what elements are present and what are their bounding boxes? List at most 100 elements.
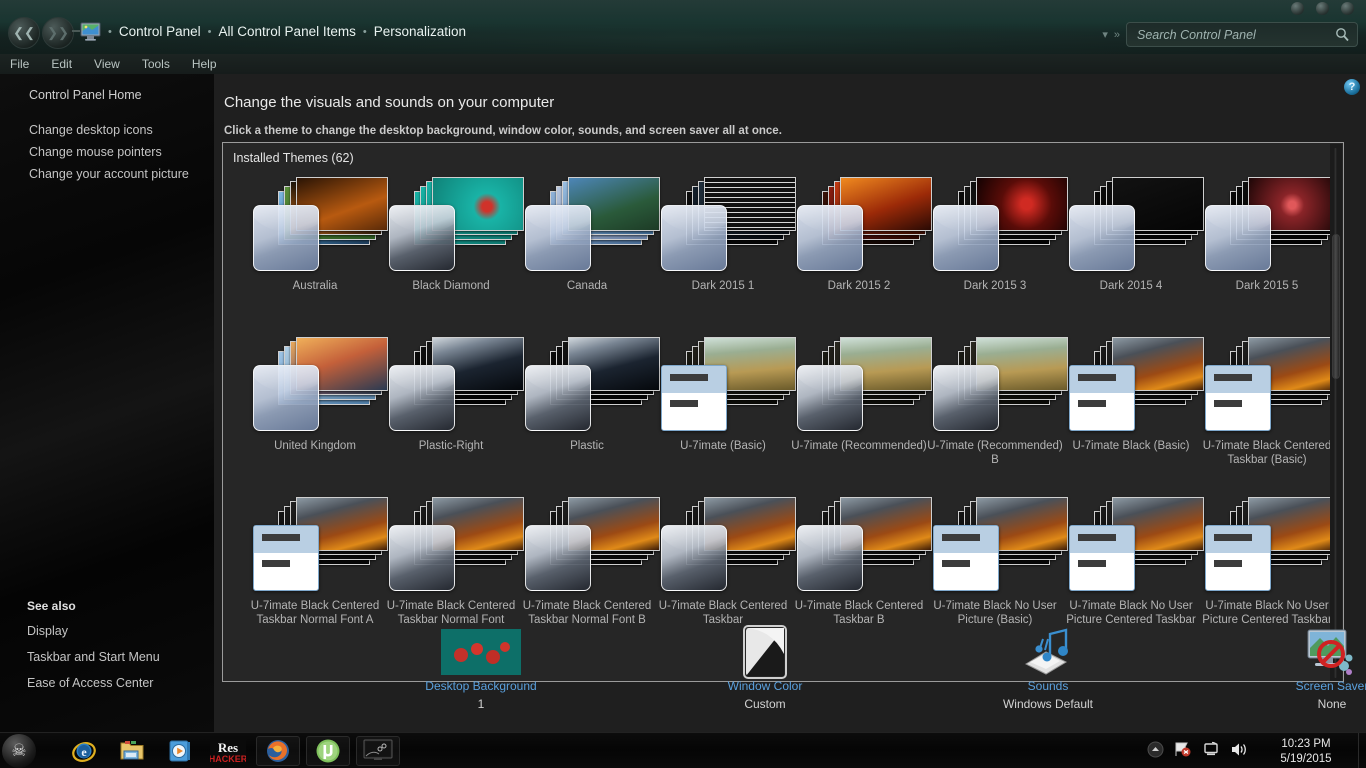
theme-thumbnail[interactable] <box>925 177 1065 275</box>
theme-tile[interactable]: U-7imate Black No User Picture Centered … <box>1197 497 1337 627</box>
sidebar-item-change-desktop-icons[interactable]: Change desktop icons <box>29 123 209 137</box>
theme-thumbnail[interactable] <box>517 497 657 595</box>
minimize-button[interactable] <box>1291 2 1304 15</box>
theme-thumbnail[interactable] <box>381 497 521 595</box>
taskbar-item-windows-explorer[interactable] <box>110 736 154 766</box>
theme-thumbnail[interactable] <box>789 337 929 435</box>
theme-thumbnail[interactable] <box>245 497 385 595</box>
theme-thumbnail[interactable] <box>245 177 385 275</box>
window-controls[interactable] <box>1291 2 1354 15</box>
theme-setting-sounds[interactable]: SoundsWindows Default <box>953 627 1143 711</box>
sidebar-item-display[interactable]: Display <box>27 624 212 638</box>
taskbar-item-resource-hacker[interactable]: Res HACKER <box>206 736 250 766</box>
theme-thumbnail[interactable] <box>653 497 793 595</box>
breadcrumb-item-personalization[interactable]: Personalization <box>374 24 466 39</box>
maximize-button[interactable] <box>1316 2 1329 15</box>
breadcrumb[interactable]: • Control Panel • All Control Panel Item… <box>108 24 466 39</box>
theme-settings-bar[interactable]: Desktop Background1Window ColorCustomSou… <box>214 682 1366 732</box>
theme-tile[interactable]: Dark 2015 2 <box>789 177 929 293</box>
help-icon[interactable]: ? <box>1344 79 1360 95</box>
sidebar-item-taskbar-and-start-menu[interactable]: Taskbar and Start Menu <box>27 650 212 664</box>
setting-label[interactable]: Sounds <box>953 679 1143 693</box>
sidebar-item-control-panel-home[interactable]: Control Panel Home <box>29 88 209 102</box>
taskbar-item-internet-explorer[interactable]: e <box>62 736 106 766</box>
network-icon[interactable] <box>1202 741 1220 758</box>
theme-thumbnail[interactable] <box>381 337 521 435</box>
sidebar-item-ease-of-access-center[interactable]: Ease of Access Center <box>27 676 212 690</box>
theme-setting-window-color[interactable]: Window ColorCustom <box>670 627 860 711</box>
chevron-down-icon[interactable]: ▾ <box>1102 28 1108 41</box>
show-hidden-icons-arrow[interactable] <box>1147 741 1164 758</box>
menu-item-edit[interactable]: Edit <box>51 57 72 71</box>
menu-item-help[interactable]: Help <box>192 57 217 71</box>
theme-thumbnail[interactable] <box>653 337 793 435</box>
theme-thumbnail[interactable] <box>1061 497 1201 595</box>
sidebar-item-change-account-picture[interactable]: Change your account picture <box>29 167 209 181</box>
theme-tile[interactable]: U-7imate Black Centered Taskbar Normal F… <box>517 497 657 627</box>
theme-thumbnail[interactable] <box>381 177 521 275</box>
theme-tile[interactable]: Dark 2015 5 <box>1197 177 1337 293</box>
show-desktop-button[interactable] <box>1358 733 1366 768</box>
theme-tile[interactable]: U-7imate (Recommended) B <box>925 337 1065 467</box>
taskbar-item-control-panel-window[interactable] <box>356 736 400 766</box>
theme-setting-screen-saver[interactable]: Screen SaverNone <box>1237 627 1366 711</box>
theme-thumbnail[interactable] <box>1197 177 1337 275</box>
theme-tile[interactable]: Canada <box>517 177 657 293</box>
theme-thumbnail[interactable] <box>1061 337 1201 435</box>
theme-thumbnail[interactable] <box>789 177 929 275</box>
taskbar-clock[interactable]: 10:23 PM 5/19/2015 <box>1258 737 1354 767</box>
back-arrow-icon[interactable]: ❮❮ <box>8 17 40 49</box>
theme-thumbnail[interactable] <box>1197 337 1337 435</box>
theme-tile[interactable]: U-7imate Black Centered Taskbar <box>653 497 793 627</box>
breadcrumb-item-all-control-panel-items[interactable]: All Control Panel Items <box>219 24 356 39</box>
theme-tile[interactable]: U-7imate Black (Basic) <box>1061 337 1201 453</box>
theme-thumbnail[interactable] <box>245 337 385 435</box>
menu-item-file[interactable]: File <box>10 57 29 71</box>
desktop-background-icon[interactable] <box>386 627 576 677</box>
taskbar-item-utorrent[interactable] <box>306 736 350 766</box>
theme-tile[interactable]: U-7imate Black Centered Taskbar Normal F… <box>245 497 385 627</box>
setting-label[interactable]: Desktop Background <box>386 679 576 693</box>
scrollbar-thumb[interactable] <box>1332 234 1340 379</box>
theme-tile[interactable]: Dark 2015 1 <box>653 177 793 293</box>
action-center-flag-icon[interactable] <box>1174 741 1192 758</box>
theme-tile[interactable]: Plastic-Right <box>381 337 521 453</box>
theme-tile[interactable]: United Kingdom <box>245 337 385 453</box>
theme-tile[interactable]: U-7imate Black No User Picture Centered … <box>1061 497 1201 627</box>
theme-thumbnail[interactable] <box>925 337 1065 435</box>
theme-setting-desktop-background[interactable]: Desktop Background1 <box>386 627 576 711</box>
theme-tile[interactable]: U-7imate (Basic) <box>653 337 793 453</box>
search-input[interactable]: Search Control Panel <box>1126 22 1358 47</box>
setting-label[interactable]: Window Color <box>670 679 860 693</box>
theme-thumbnail[interactable] <box>1061 177 1201 275</box>
taskbar-item-windows-media-player[interactable] <box>158 736 202 766</box>
theme-thumbnail[interactable] <box>517 177 657 275</box>
screen-saver-icon[interactable] <box>1237 627 1366 677</box>
volume-icon[interactable] <box>1230 741 1248 758</box>
theme-tile[interactable]: Dark 2015 4 <box>1061 177 1201 293</box>
sounds-icon[interactable] <box>953 627 1143 677</box>
theme-tile[interactable]: U-7imate Black Centered Taskbar B <box>789 497 929 627</box>
sidebar-item-change-mouse-pointers[interactable]: Change mouse pointers <box>29 145 209 159</box>
themes-scrollbar[interactable] <box>1330 144 1342 682</box>
theme-tile[interactable]: U-7imate Black Centered Taskbar (Basic) <box>1197 337 1337 467</box>
theme-tile[interactable]: Plastic <box>517 337 657 453</box>
double-chevron-right-icon[interactable]: » <box>1114 29 1120 41</box>
taskbar-item-firefox[interactable] <box>256 736 300 766</box>
menu-item-view[interactable]: View <box>94 57 120 71</box>
theme-tile[interactable]: U-7imate Black Centered Taskbar Normal F… <box>381 497 521 627</box>
theme-tile[interactable]: Dark 2015 3 <box>925 177 1065 293</box>
theme-thumbnail[interactable] <box>925 497 1065 595</box>
theme-thumbnail[interactable] <box>1197 497 1337 595</box>
window-color-icon[interactable] <box>670 627 860 677</box>
system-tray[interactable] <box>1147 741 1248 758</box>
theme-tile[interactable]: Australia <box>245 177 385 293</box>
breadcrumb-item-control-panel[interactable]: Control Panel <box>119 24 201 39</box>
theme-tile[interactable]: U-7imate (Recommended) <box>789 337 929 453</box>
theme-tile[interactable]: U-7imate Black No User Picture (Basic) <box>925 497 1065 627</box>
close-button[interactable] <box>1341 2 1354 15</box>
forward-arrow-icon[interactable]: ❯❯ <box>42 17 74 49</box>
theme-thumbnail[interactable] <box>653 177 793 275</box>
theme-tile[interactable]: Black Diamond <box>381 177 521 293</box>
theme-thumbnail[interactable] <box>517 337 657 435</box>
